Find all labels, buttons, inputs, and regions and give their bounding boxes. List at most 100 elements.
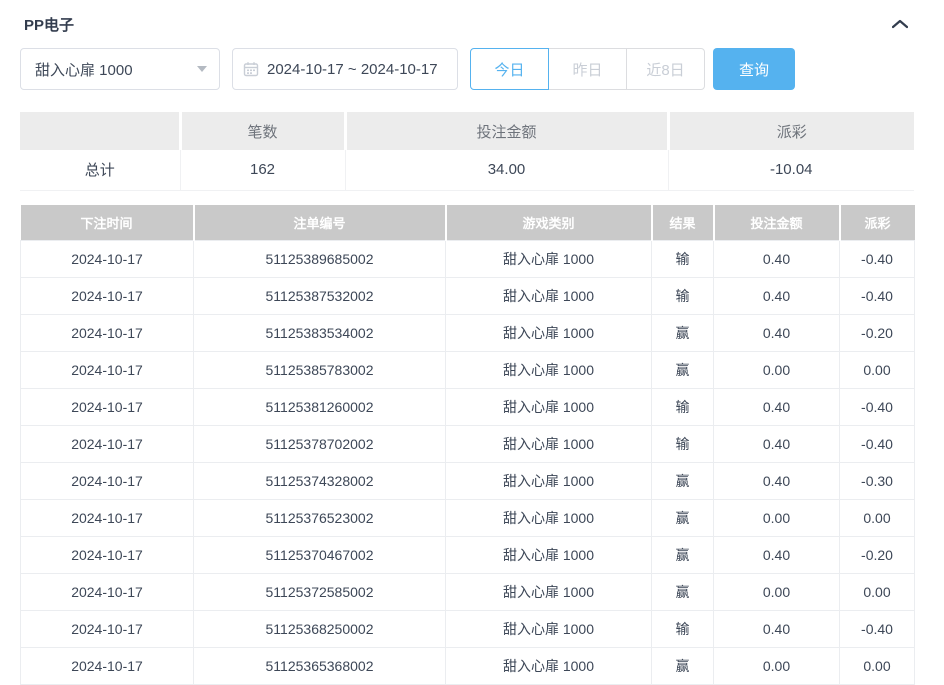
cell-bet-amount: 0.00 [714,648,840,685]
cell-payout: -0.40 [840,426,915,463]
table-row: 2024-10-1751125374328002甜入心扉 1000赢0.40-0… [21,463,915,500]
game-select[interactable]: 甜入心扉 1000 [20,48,220,90]
col-bet-time: 下注时间 [21,205,194,241]
col-game-type: 游戏类别 [446,205,652,241]
cell-result: 赢 [652,574,714,611]
cell-payout: -0.40 [840,611,915,648]
cell-bet-time: 2024-10-17 [21,537,194,574]
cell-order-no: 51125370467002 [194,537,446,574]
col-bet-amount: 投注金额 [714,205,840,241]
summary-total-bet-amount: 34.00 [345,150,668,190]
cell-payout: 0.00 [840,648,915,685]
date-range-input[interactable]: 2024-10-17 ~ 2024-10-17 [232,48,458,90]
table-row: 2024-10-1751125376523002甜入心扉 1000赢0.000.… [21,500,915,537]
cell-order-no: 51125389685002 [194,241,446,278]
cell-order-no: 51125387532002 [194,278,446,315]
summary-col-bet-amount: 投注金额 [345,112,668,150]
cell-result: 赢 [652,648,714,685]
bet-records-table: 下注时间 注单编号 游戏类别 结果 投注金额 派彩 2024-10-175112… [20,205,915,685]
col-order-no: 注单编号 [194,205,446,241]
calendar-icon [243,61,259,77]
cell-bet-time: 2024-10-17 [21,315,194,352]
cell-payout: 0.00 [840,500,915,537]
cell-game-type: 甜入心扉 1000 [446,278,652,315]
table-row: 2024-10-1751125387532002甜入心扉 1000输0.40-0… [21,278,915,315]
cell-game-type: 甜入心扉 1000 [446,537,652,574]
cell-bet-amount: 0.00 [714,352,840,389]
summary-total-label: 总计 [20,150,180,190]
table-row: 2024-10-1751125383534002甜入心扉 1000赢0.40-0… [21,315,915,352]
cell-bet-amount: 0.40 [714,241,840,278]
filter-bar: 甜入心扉 1000 2024-10-17 ~ 2024-10-17 [20,48,914,90]
cell-payout: -0.40 [840,241,915,278]
cell-bet-time: 2024-10-17 [21,500,194,537]
summary-table: 笔数 投注金额 派彩 总计 162 34.00 -10.04 [20,112,914,191]
date-range-value: 2024-10-17 ~ 2024-10-17 [267,61,438,78]
cell-bet-amount: 0.40 [714,315,840,352]
query-button[interactable]: 查询 [713,48,795,90]
summary-col-count: 笔数 [180,112,345,150]
table-row: 2024-10-1751125381260002甜入心扉 1000输0.40-0… [21,389,915,426]
quick-date-button-group: 今日 昨日 近8日 [470,48,705,90]
cell-game-type: 甜入心扉 1000 [446,574,652,611]
cell-payout: -0.40 [840,278,915,315]
cell-order-no: 51125381260002 [194,389,446,426]
cell-bet-amount: 0.40 [714,463,840,500]
summary-total-row: 总计 162 34.00 -10.04 [20,150,914,190]
cell-result: 输 [652,241,714,278]
summary-col-payout: 派彩 [668,112,914,150]
cell-game-type: 甜入心扉 1000 [446,463,652,500]
col-payout: 派彩 [840,205,915,241]
cell-bet-time: 2024-10-17 [21,241,194,278]
today-button[interactable]: 今日 [470,48,549,90]
cell-order-no: 51125368250002 [194,611,446,648]
table-row: 2024-10-1751125365368002甜入心扉 1000赢0.000.… [21,648,915,685]
cell-bet-time: 2024-10-17 [21,389,194,426]
cell-bet-time: 2024-10-17 [21,352,194,389]
cell-bet-time: 2024-10-17 [21,426,194,463]
table-row: 2024-10-1751125378702002甜入心扉 1000输0.40-0… [21,426,915,463]
collapse-panel-button[interactable] [886,12,914,36]
cell-bet-time: 2024-10-17 [21,611,194,648]
cell-result: 输 [652,278,714,315]
table-row: 2024-10-1751125372585002甜入心扉 1000赢0.000.… [21,574,915,611]
cell-order-no: 51125378702002 [194,426,446,463]
cell-result: 输 [652,426,714,463]
cell-order-no: 51125365368002 [194,648,446,685]
yesterday-button[interactable]: 昨日 [548,48,627,90]
cell-bet-time: 2024-10-17 [21,574,194,611]
cell-result: 输 [652,611,714,648]
cell-bet-time: 2024-10-17 [21,278,194,315]
table-row: 2024-10-1751125370467002甜入心扉 1000赢0.40-0… [21,537,915,574]
cell-bet-amount: 0.40 [714,537,840,574]
last-8-days-button[interactable]: 近8日 [626,48,705,90]
cell-payout: 0.00 [840,352,915,389]
cell-order-no: 51125383534002 [194,315,446,352]
cell-bet-amount: 0.40 [714,278,840,315]
cell-game-type: 甜入心扉 1000 [446,315,652,352]
cell-result: 输 [652,389,714,426]
chevron-down-icon [197,66,207,72]
panel-header: PP电子 [20,0,914,38]
pp-electronic-panel: PP电子 甜入心扉 1000 [20,0,914,685]
bet-table-body: 2024-10-1751125389685002甜入心扉 1000输0.40-0… [21,241,915,685]
cell-bet-amount: 0.40 [714,389,840,426]
cell-payout: -0.40 [840,389,915,426]
cell-game-type: 甜入心扉 1000 [446,611,652,648]
cell-result: 赢 [652,500,714,537]
cell-payout: -0.20 [840,537,915,574]
table-row: 2024-10-1751125385783002甜入心扉 1000赢0.000.… [21,352,915,389]
cell-order-no: 51125372585002 [194,574,446,611]
cell-payout: -0.20 [840,315,915,352]
cell-game-type: 甜入心扉 1000 [446,352,652,389]
cell-order-no: 51125374328002 [194,463,446,500]
cell-game-type: 甜入心扉 1000 [446,426,652,463]
chevron-up-icon [892,19,908,29]
cell-order-no: 51125385783002 [194,352,446,389]
bet-table-header-row: 下注时间 注单编号 游戏类别 结果 投注金额 派彩 [21,205,915,241]
page-title: PP电子 [24,14,74,35]
cell-bet-amount: 0.00 [714,500,840,537]
summary-total-count: 162 [180,150,345,190]
summary-col-empty [20,112,180,150]
cell-bet-amount: 0.40 [714,611,840,648]
